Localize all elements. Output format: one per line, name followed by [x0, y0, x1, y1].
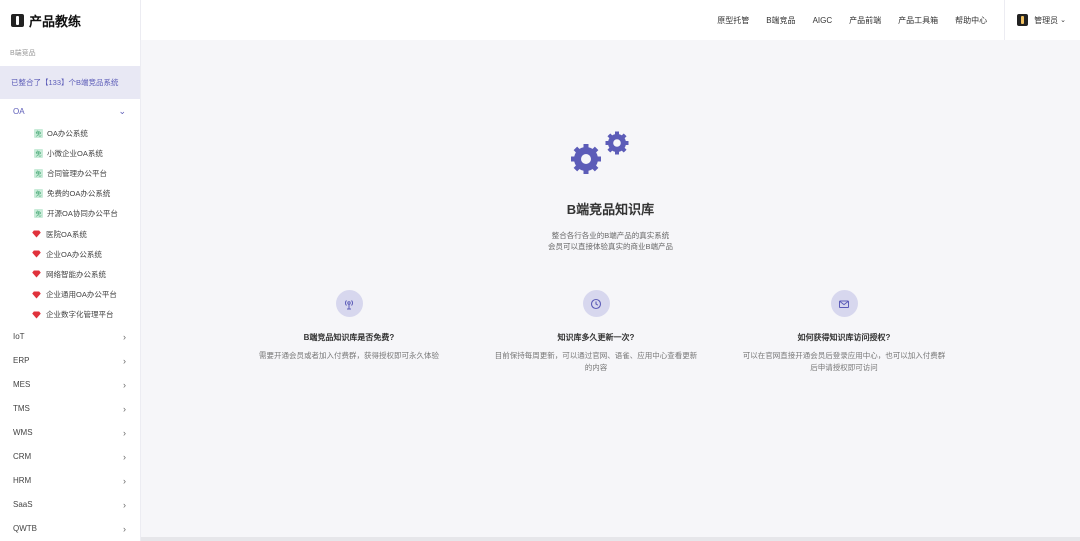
sidebar-subitem[interactable]: 免开源OA协同办公平台	[0, 204, 140, 224]
sidebar-subitem[interactable]: 企业数字化管理平台	[0, 305, 140, 325]
sidebar: 产品教练 B端竞品 已整合了【133】个B端竞品系统 OA ⌄ 免 OA办公系统免…	[0, 0, 141, 541]
logo[interactable]: 产品教练	[0, 0, 140, 40]
oa-submenu: 免 OA办公系统免小微企业OA系统免合同管理办公平台免免费的OA办公系统免开源OA…	[0, 123, 140, 325]
sidebar-group-wms[interactable]: WMS ›	[0, 421, 140, 445]
sidebar-group-saas[interactable]: SaaS ›	[0, 493, 140, 517]
feature-access: 如何获得知识库访问授权? 可以在官网直接开通会员后登录应用中心，也可以加入付费群…	[734, 290, 954, 374]
sidebar-subitem-label: 企业OA办公系统	[46, 249, 102, 259]
sidebar-section-label: B端竞品	[10, 50, 36, 57]
chevron-right-icon: ›	[123, 475, 126, 486]
sidebar-subitem[interactable]: 免小微企业OA系统	[0, 143, 140, 163]
feature-desc: 需要开通会员或者加入付费群，获得授权即可永久体验	[259, 351, 439, 360]
nav-item[interactable]: B端竞品	[766, 15, 795, 26]
sidebar-group-mes[interactable]: MES ›	[0, 373, 140, 397]
sidebar-subitem-label: 企业数字化管理平台	[46, 310, 114, 320]
sidebar-group-label: ERP	[13, 356, 30, 366]
sidebar-groups: IoT › ERP › MES › TMS › WMS › CRM › HRM › SaaS › QWTB ›	[0, 325, 140, 541]
diamond-icon	[32, 270, 41, 278]
sidebar-subitem-label: 医院OA系统	[46, 229, 87, 239]
page-title: B端竞品知识库	[566, 202, 655, 217]
chevron-right-icon: ›	[123, 427, 126, 438]
sidebar-group-iot[interactable]: IoT ›	[0, 325, 140, 349]
free-badge: 免	[34, 189, 43, 199]
mail-icon	[830, 290, 858, 317]
sidebar-group-oa[interactable]: OA ⌄	[0, 99, 140, 123]
user-menu[interactable]: 管理员 ⌄	[1004, 0, 1080, 40]
hero-subtitle-2: 会员可以直接体验真实的商业B端产品	[547, 242, 673, 251]
gears-icon	[571, 131, 629, 174]
sidebar-subitem-label: 企业通用OA办公平台	[46, 290, 117, 300]
sidebar-subitem[interactable]: 企业OA办公系统	[0, 244, 140, 264]
chevron-right-icon: ›	[123, 403, 126, 414]
sidebar-subitem[interactable]: 免 OA办公系统	[0, 123, 140, 143]
avatar	[1017, 14, 1029, 26]
free-badge: 免	[34, 128, 43, 138]
sidebar-subitem-label: 网络智能办公系统	[46, 269, 106, 279]
nav-item[interactable]: 原型托管	[717, 15, 749, 26]
sidebar-group-label: HRM	[13, 476, 32, 486]
chevron-right-icon: ›	[123, 499, 126, 510]
chevron-right-icon: ›	[123, 331, 126, 342]
feature-title: 知识库多久更新一次?	[557, 333, 635, 342]
sidebar-banner: 已整合了【133】个B端竞品系统	[0, 66, 140, 99]
chevron-down-icon: ⌄	[1060, 17, 1066, 24]
chevron-right-icon: ›	[123, 379, 126, 390]
sidebar-group-crm[interactable]: CRM ›	[0, 445, 140, 469]
diamond-icon	[32, 291, 41, 299]
sidebar-group-label: MES	[13, 380, 31, 390]
hero-subtitle-1: 整合各行各业的B端产品的真实系统	[551, 231, 670, 240]
sidebar-group-label: IoT	[13, 332, 25, 342]
antenna-icon	[335, 290, 363, 317]
top-nav: 原型托管 B端竞品 AIGC 产品前端 产品工具箱 帮助中心 管理员 ⌄	[141, 0, 1080, 40]
feature-free: B端竞品知识库是否免费? 需要开通会员或者加入付费群，获得授权即可永久体验	[239, 290, 459, 362]
feature-title: 如何获得知识库访问授权?	[797, 333, 891, 342]
diamond-icon	[32, 250, 41, 258]
user-name: 管理员	[1034, 15, 1059, 25]
sidebar-group-tms[interactable]: TMS ›	[0, 397, 140, 421]
chevron-right-icon: ›	[123, 451, 126, 462]
diamond-icon	[32, 230, 41, 238]
sidebar-group-hrm[interactable]: HRM ›	[0, 469, 140, 493]
bottom-scrollbar[interactable]	[141, 537, 1080, 541]
sidebar-group-qwtb[interactable]: QWTB ›	[0, 517, 140, 541]
sidebar-group-erp[interactable]: ERP ›	[0, 349, 140, 373]
sidebar-subitem[interactable]: 免免费的OA办公系统	[0, 184, 140, 204]
sidebar-group-label: WMS	[13, 428, 33, 438]
sidebar-group-label: TMS	[13, 404, 30, 414]
free-badge: 免	[34, 209, 43, 219]
feature-desc: 目前保持每周更新，可以通过官网、语雀、应用中心查看更新的内容	[494, 351, 698, 372]
sidebar-subitem-label: 免费的OA办公系统	[47, 189, 111, 199]
feature-desc: 可以在官网直接开通会员后登录应用中心，也可以加入付费群后申请授权即可访问	[742, 351, 946, 372]
sidebar-group-label: OA	[13, 106, 25, 116]
chevron-right-icon: ›	[123, 355, 126, 366]
diamond-icon	[32, 311, 41, 319]
sidebar-subitem[interactable]: 网络智能办公系统	[0, 264, 140, 284]
nav-item[interactable]: 产品工具箱	[898, 15, 938, 26]
sidebar-subitem-label: 合同管理办公平台	[47, 168, 107, 178]
nav-item[interactable]: AIGC	[813, 16, 833, 25]
sidebar-subitem[interactable]: 免合同管理办公平台	[0, 163, 140, 183]
free-badge: 免	[34, 148, 43, 158]
feature-title: B端竞品知识库是否免费?	[303, 333, 395, 342]
feature-update: 知识库多久更新一次? 目前保持每周更新，可以通过官网、语雀、应用中心查看更新的内…	[486, 290, 706, 374]
top-nav-items: 原型托管 B端竞品 AIGC 产品前端 产品工具箱 帮助中心	[717, 15, 1004, 26]
sidebar-subitem-label: 小微企业OA系统	[47, 148, 103, 158]
main-content: B端竞品知识库 整合各行各业的B端产品的真实系统 会员可以直接体验真实的商业B端…	[141, 40, 1080, 541]
app-name: 产品教练	[29, 13, 82, 29]
nav-item[interactable]: 产品前端	[849, 15, 881, 26]
clock-icon	[582, 290, 610, 317]
sidebar-group-label: SaaS	[13, 500, 33, 510]
free-badge: 免	[34, 168, 43, 178]
logo-icon	[11, 13, 24, 27]
sidebar-subitem-label: 开源OA协同办公平台	[47, 209, 118, 219]
chevron-down-icon: ⌄	[118, 105, 126, 116]
sidebar-subitem[interactable]: 医院OA系统	[0, 224, 140, 244]
sidebar-group-label: CRM	[13, 452, 32, 462]
nav-item[interactable]: 帮助中心	[955, 15, 987, 26]
sidebar-subitem-label: OA办公系统	[47, 128, 88, 138]
chevron-right-icon: ›	[123, 523, 126, 534]
sidebar-subitem[interactable]: 企业通用OA办公平台	[0, 285, 140, 305]
sidebar-group-label: QWTB	[13, 524, 37, 534]
